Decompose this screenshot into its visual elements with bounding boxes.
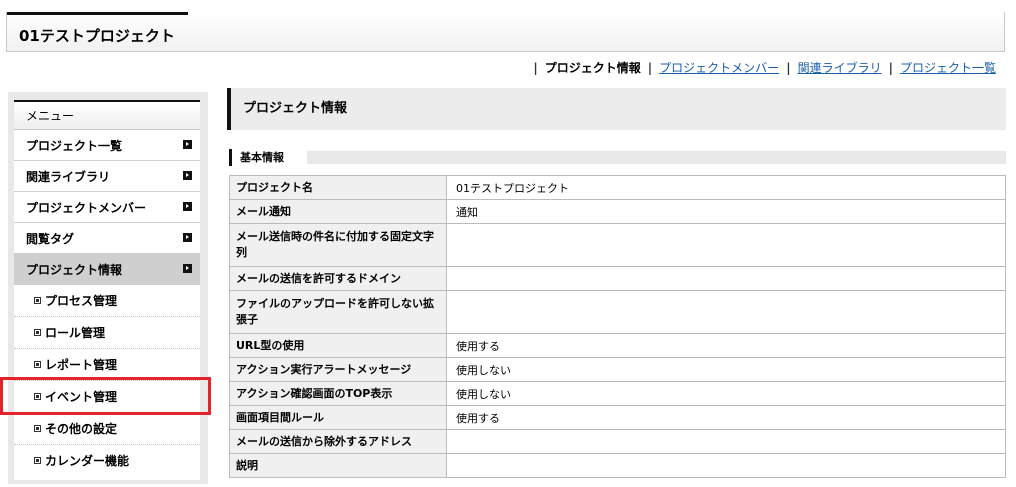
sidebar-item-related-library[interactable]: 関連ライブラリ [14, 161, 200, 192]
row-key: プロジェクト名 [229, 175, 447, 200]
row-key: メール通知 [229, 199, 447, 224]
table-row: メール通知 通知 [229, 199, 1006, 224]
square-bullet-icon [34, 457, 41, 464]
arrow-right-icon [183, 264, 192, 273]
page-title: プロジェクト情報 [227, 88, 1006, 130]
sidebar-item-label: プロジェクト情報 [26, 263, 123, 277]
top-link-project-info: プロジェクト情報 [544, 61, 641, 75]
separator: | [533, 60, 538, 75]
top-link-project-list[interactable]: プロジェクト一覧 [900, 59, 996, 76]
separator: | [786, 60, 791, 75]
table-row: 画面項目間ルール 使用する [229, 405, 1006, 430]
square-bullet-icon [34, 425, 41, 432]
arrow-right-icon [183, 202, 192, 211]
sidebar-item-label: 関連ライブラリ [26, 170, 111, 184]
row-key: アクション確認画面のTOP表示 [229, 381, 447, 406]
sidebar-subitem-process-management[interactable]: プロセス管理 [14, 285, 200, 317]
sidebar-subitem-label: プロセス管理 [45, 294, 118, 308]
row-key: URL型の使用 [229, 333, 447, 358]
row-value: 通知 [446, 199, 1006, 224]
arrow-right-icon [183, 171, 192, 180]
separator: | [647, 60, 653, 75]
table-row: メールの送信から除外するアドレス [229, 429, 1006, 454]
square-bullet-icon [34, 361, 41, 368]
table-row: アクション実行アラートメッセージ 使用しない [229, 357, 1006, 382]
row-key: 説明 [229, 453, 447, 478]
top-nav-links: | プロジェクト情報 | プロジェクトメンバー | 関連ライブラリ | プロジェ… [526, 59, 996, 76]
sidebar-item-label: プロジェクトメンバー [26, 201, 147, 215]
row-key: アクション実行アラートメッセージ [229, 357, 447, 382]
row-key: 画面項目間ルール [229, 405, 447, 430]
square-bullet-icon [34, 297, 41, 304]
row-key: メール送信時の件名に付加する固定文字列 [229, 223, 447, 267]
row-value [446, 290, 1006, 334]
row-value: 使用しない [446, 381, 1006, 406]
sidebar-item-label: プロジェクト一覧 [26, 139, 123, 153]
table-row: メールの送信を許可するドメイン [229, 266, 1006, 291]
sidebar-subitem-calendar[interactable]: カレンダー機能 [14, 445, 200, 477]
section-header: 基本情報 [229, 149, 1006, 166]
sidebar-subitem-event-management[interactable]: イベント管理 [14, 381, 200, 413]
section-title: 基本情報 [229, 149, 303, 166]
top-link-related-library[interactable]: 関連ライブラリ [798, 59, 882, 76]
sidebar-item-project-list[interactable]: プロジェクト一覧 [14, 130, 200, 161]
sidebar-subitem-report-management[interactable]: レポート管理 [14, 349, 200, 381]
row-value: 使用しない [446, 357, 1006, 382]
square-bullet-icon [34, 393, 41, 400]
sidebar-item-browse-tags[interactable]: 閲覧タグ [14, 223, 200, 254]
sidebar-subitem-role-management[interactable]: ロール管理 [14, 317, 200, 349]
app-header: 01テストプロジェクト [6, 12, 1005, 52]
table-row: メール送信時の件名に付加する固定文字列 [229, 223, 1006, 267]
sidebar-item-project-info[interactable]: プロジェクト情報 [14, 254, 200, 285]
sidebar-subitem-label: その他の設定 [45, 422, 118, 436]
row-key: メールの送信から除外するアドレス [229, 429, 447, 454]
row-key: メールの送信を許可するドメイン [229, 266, 447, 291]
sidebar-item-project-members[interactable]: プロジェクトメンバー [14, 192, 200, 223]
top-link-project-members[interactable]: プロジェクトメンバー [659, 59, 779, 76]
sidebar-subitem-label: カレンダー機能 [45, 454, 130, 468]
separator: | [888, 60, 893, 75]
row-value [446, 429, 1006, 454]
row-value [446, 453, 1006, 478]
header-accent-line [7, 12, 188, 15]
sidebar-subitem-label: ロール管理 [45, 326, 106, 340]
sidebar-subitem-other-settings[interactable]: その他の設定 [14, 413, 200, 445]
row-value: 使用する [446, 405, 1006, 430]
row-value: 01テストプロジェクト [446, 175, 1006, 200]
sidebar: メニュー プロジェクト一覧 関連ライブラリ プロジェクトメンバー 閲覧タグ プロ… [8, 92, 208, 484]
row-value: 使用する [446, 333, 1006, 358]
row-key: ファイルのアップロードを許可しない拡張子 [229, 290, 447, 334]
table-row: アクション確認画面のTOP表示 使用しない [229, 381, 1006, 406]
sidebar-item-label: 閲覧タグ [26, 232, 75, 246]
section-header-bar [307, 151, 1006, 164]
page-header-title: 01テストプロジェクト [19, 27, 175, 45]
square-bullet-icon [34, 329, 41, 336]
sidebar-subitem-label: イベント管理 [45, 390, 118, 404]
table-row: 説明 [229, 453, 1006, 478]
sidebar-menu-title: メニュー [14, 100, 200, 130]
table-row: ファイルのアップロードを許可しない拡張子 [229, 290, 1006, 334]
table-row: プロジェクト名 01テストプロジェクト [229, 175, 1006, 200]
sidebar-subitem-label: レポート管理 [45, 358, 118, 372]
arrow-right-icon [183, 233, 192, 242]
row-value [446, 266, 1006, 291]
table-row: URL型の使用 使用する [229, 333, 1006, 358]
arrow-right-icon [183, 140, 192, 149]
project-info-table: プロジェクト名 01テストプロジェクト メール通知 通知 メール送信時の件名に付… [229, 175, 1006, 478]
row-value [446, 223, 1006, 267]
